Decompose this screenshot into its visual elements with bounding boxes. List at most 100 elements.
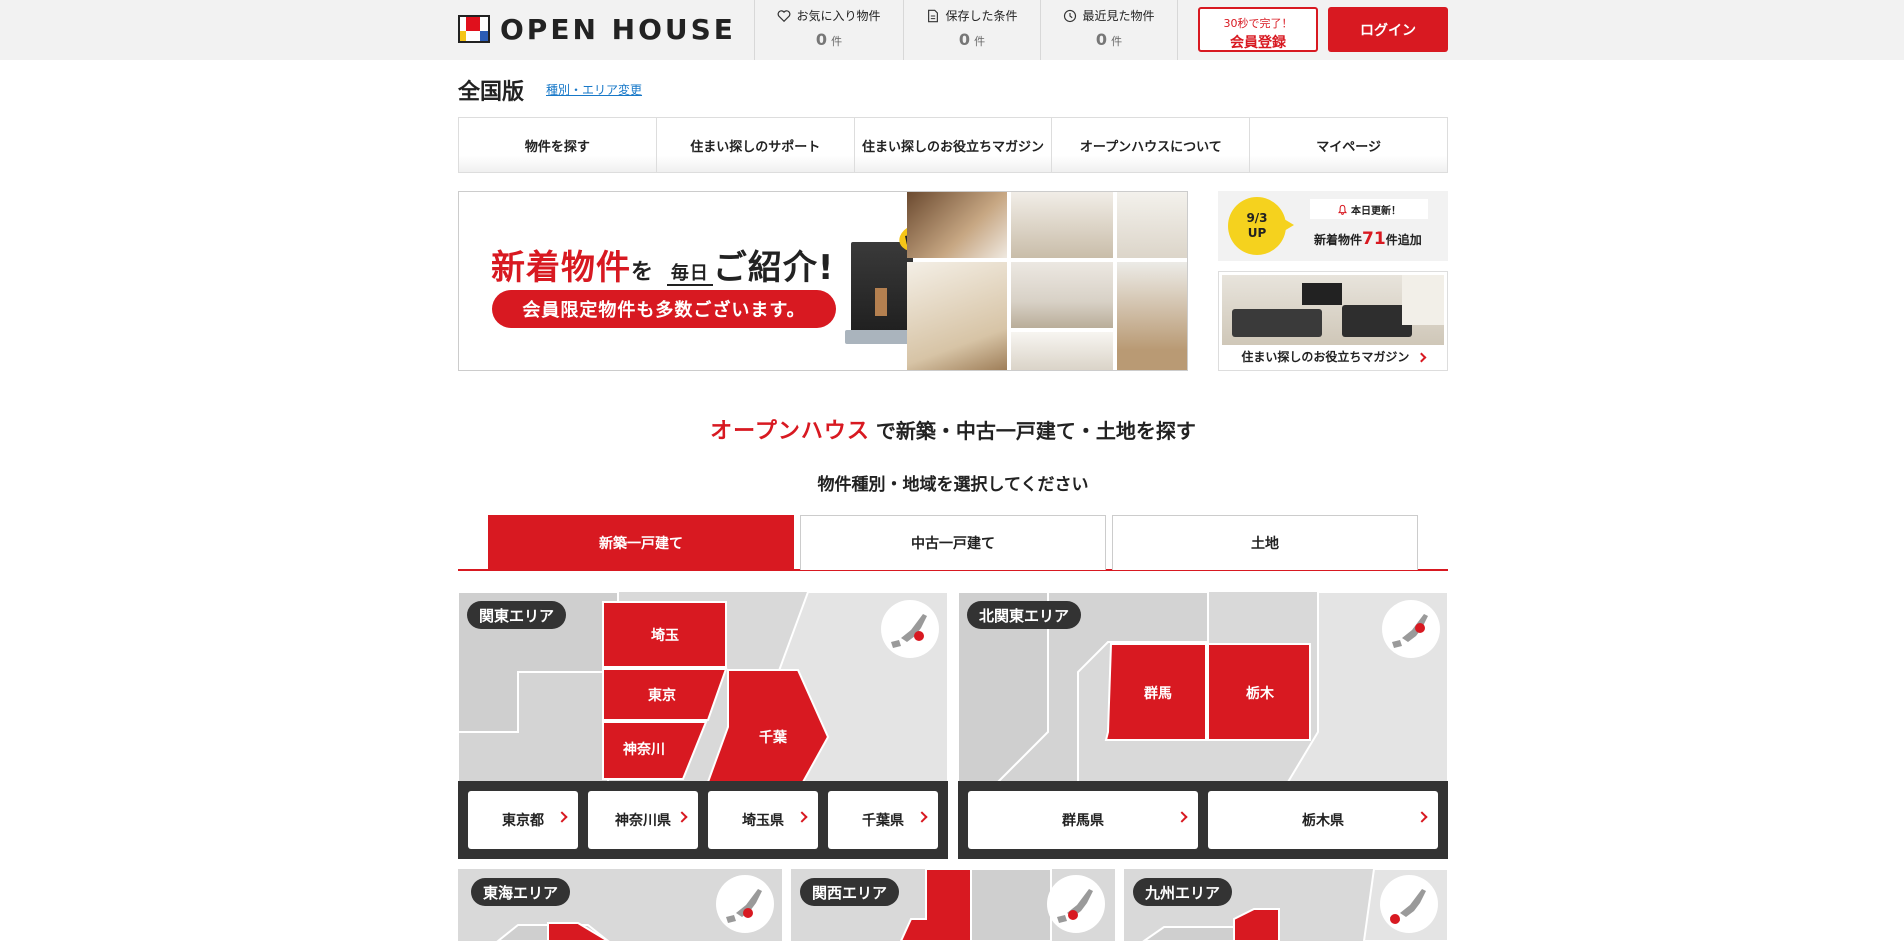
japan-map-icon xyxy=(1047,875,1105,933)
edition-title: 全国版 xyxy=(458,80,525,105)
magazine-label-text: 住まい探しのお役立ちマガジン xyxy=(1241,350,1410,364)
update-tag: 本日更新！ xyxy=(1310,199,1428,219)
japan-map-icon xyxy=(1382,600,1440,658)
chevron-right-icon xyxy=(1416,352,1427,363)
area-card-kansai: 関西エリア xyxy=(791,869,1115,941)
favorites-count: 0 xyxy=(815,30,828,49)
property-type-tabs: 新築一戸建て 中古一戸建て 土地 xyxy=(458,515,1448,571)
magazine-label: 住まい探しのお役立ちマガジン xyxy=(1219,348,1447,365)
saved-count: 0 xyxy=(958,30,971,49)
area-card-kyushu: 九州エリア xyxy=(1124,869,1448,941)
map-label-tokyo: 東京 xyxy=(648,687,676,704)
search-subheading: 物件種別・地域を選択してください xyxy=(817,475,1089,495)
tab-land[interactable]: 土地 xyxy=(1112,515,1418,570)
logo-mark-icon xyxy=(458,15,490,43)
update-prefix: 新着物件 xyxy=(1314,233,1363,247)
banner-title: 新着物件を 毎日 ご紹介! xyxy=(491,240,834,289)
area-card-tokai: 東海エリア xyxy=(458,869,782,941)
change-area-link[interactable]: 種別・エリア変更 xyxy=(546,81,642,98)
banner-title-daily: 毎日 xyxy=(666,263,713,286)
update-up: UP xyxy=(1247,226,1267,240)
register-main-text: 会員登録 xyxy=(1230,35,1286,51)
magazine-card[interactable]: 住まい探しのお役立ちマガジン xyxy=(1218,271,1448,371)
nav-mypage[interactable]: マイページ xyxy=(1249,118,1447,172)
pref-button-label: 千葉県 xyxy=(862,813,904,829)
chevron-right-icon xyxy=(1416,811,1428,823)
search-heading: オープンハウス で新築・中古一戸建て・土地を探す xyxy=(458,413,1448,445)
nav-search-property[interactable]: 物件を探す xyxy=(459,118,656,172)
area-title-kyushu: 九州エリア xyxy=(1133,878,1233,906)
area-card-kitakanto: 群馬 栃木 北関東エリア 群馬県 栃木県 xyxy=(958,592,1448,859)
pref-button-label: 神奈川県 xyxy=(615,813,671,829)
nav-about[interactable]: オープンハウスについて xyxy=(1051,118,1249,172)
area-card-kanto: 埼玉 東京 神奈川 千葉 関東エリア 東京都 神奈川県 埼玉県 千葉県 xyxy=(458,592,948,859)
chevron-right-icon xyxy=(796,811,808,823)
japan-map-icon xyxy=(716,875,774,933)
heart-icon xyxy=(778,9,791,22)
nav-support[interactable]: 住まい探しのサポート xyxy=(655,118,854,172)
banner-title-end: ご紹介! xyxy=(712,248,835,288)
search-heading-text: で新築・中古一戸建て・土地を探す xyxy=(875,419,1196,443)
update-count: 71 xyxy=(1362,229,1386,249)
pref-button-chiba[interactable]: 千葉県 xyxy=(828,791,938,849)
map-label-chiba: 千葉 xyxy=(759,729,788,746)
update-tag-text: 本日更新！ xyxy=(1351,205,1401,217)
update-date-badge: 9/3 UP xyxy=(1228,197,1294,255)
recently-viewed-link[interactable]: 最近見た物件 0件 xyxy=(1040,0,1177,60)
chevron-right-icon xyxy=(916,811,928,823)
register-button[interactable]: 30秒で完了！ 会員登録 xyxy=(1198,7,1318,52)
map-label-saitama: 埼玉 xyxy=(651,627,679,644)
pref-button-label: 東京都 xyxy=(502,813,544,829)
update-date: 9/3 xyxy=(1246,211,1268,225)
pref-button-gunma[interactable]: 群馬県 xyxy=(968,791,1198,849)
update-suffix: 件追加 xyxy=(1385,233,1422,247)
kanto-prefecture-bar: 東京都 神奈川県 埼玉県 千葉県 xyxy=(458,781,948,859)
tab-used-house[interactable]: 中古一戸建て xyxy=(800,515,1106,570)
map-label-tochigi: 栃木 xyxy=(1246,685,1275,702)
japan-map-icon xyxy=(1380,875,1438,933)
banner-subtitle: 会員限定物件も多数ございます。 xyxy=(492,290,836,328)
saved-label: 保存した条件 xyxy=(945,9,1018,23)
login-button[interactable]: ログイン xyxy=(1328,7,1448,52)
stat-divider xyxy=(1177,0,1178,60)
favorites-unit: 件 xyxy=(831,35,843,48)
banner-title-particle: を xyxy=(631,260,655,285)
chevron-right-icon xyxy=(556,811,568,823)
area-title-kitakanto: 北関東エリア xyxy=(967,601,1082,629)
map-label-kanagawa: 神奈川 xyxy=(623,741,665,758)
japan-map-icon xyxy=(881,600,939,658)
document-icon xyxy=(928,9,939,22)
pref-button-tochigi[interactable]: 栃木県 xyxy=(1208,791,1438,849)
pref-button-tokyo[interactable]: 東京都 xyxy=(468,791,578,849)
favorites-link[interactable]: お気に入り物件 0件 xyxy=(754,0,903,60)
pref-button-label: 群馬県 xyxy=(1062,813,1104,829)
recent-label: 最近見た物件 xyxy=(1082,9,1155,23)
house-model-image xyxy=(845,242,919,344)
recent-count: 0 xyxy=(1095,30,1108,49)
area-title-tokai: 東海エリア xyxy=(471,878,571,906)
clock-icon xyxy=(1064,9,1077,22)
pref-button-label: 栃木県 xyxy=(1302,813,1344,829)
banner-title-main: 新着物件 xyxy=(491,248,631,288)
tab-new-house[interactable]: 新築一戸建て xyxy=(488,515,794,570)
register-small-text: 30秒で完了！ xyxy=(1223,17,1293,30)
map-label-gunma: 群馬 xyxy=(1143,685,1172,702)
site-logo[interactable]: OPEN HOUSE xyxy=(458,12,736,46)
pref-button-saitama[interactable]: 埼玉県 xyxy=(708,791,818,849)
pref-button-label: 埼玉県 xyxy=(742,813,784,829)
saved-unit: 件 xyxy=(974,35,986,48)
area-title-kansai: 関西エリア xyxy=(800,878,900,906)
nav-magazine[interactable]: 住まい探しのお役立ちマガジン xyxy=(853,118,1052,172)
area-title-kanto: 関東エリア xyxy=(467,601,567,629)
search-heading-brand: オープンハウス xyxy=(710,419,870,444)
interior-photos xyxy=(907,192,1187,370)
logo-text: OPEN HOUSE xyxy=(500,12,736,46)
pref-button-kanagawa[interactable]: 神奈川県 xyxy=(588,791,698,849)
new-listings-banner[interactable]: 新着物件を 毎日ご紹介! 会員限定物件も多数ございます。 NEW! xyxy=(458,191,1188,371)
saved-conditions-link[interactable]: 保存した条件 0件 xyxy=(903,0,1040,60)
update-summary: 新着物件71件追加 xyxy=(1314,229,1422,249)
recent-unit: 件 xyxy=(1111,35,1123,48)
chevron-right-icon xyxy=(1176,811,1188,823)
daily-update-box[interactable]: 9/3 UP 本日更新！ 新着物件71件追加 xyxy=(1218,191,1448,261)
bell-icon xyxy=(1338,204,1347,215)
